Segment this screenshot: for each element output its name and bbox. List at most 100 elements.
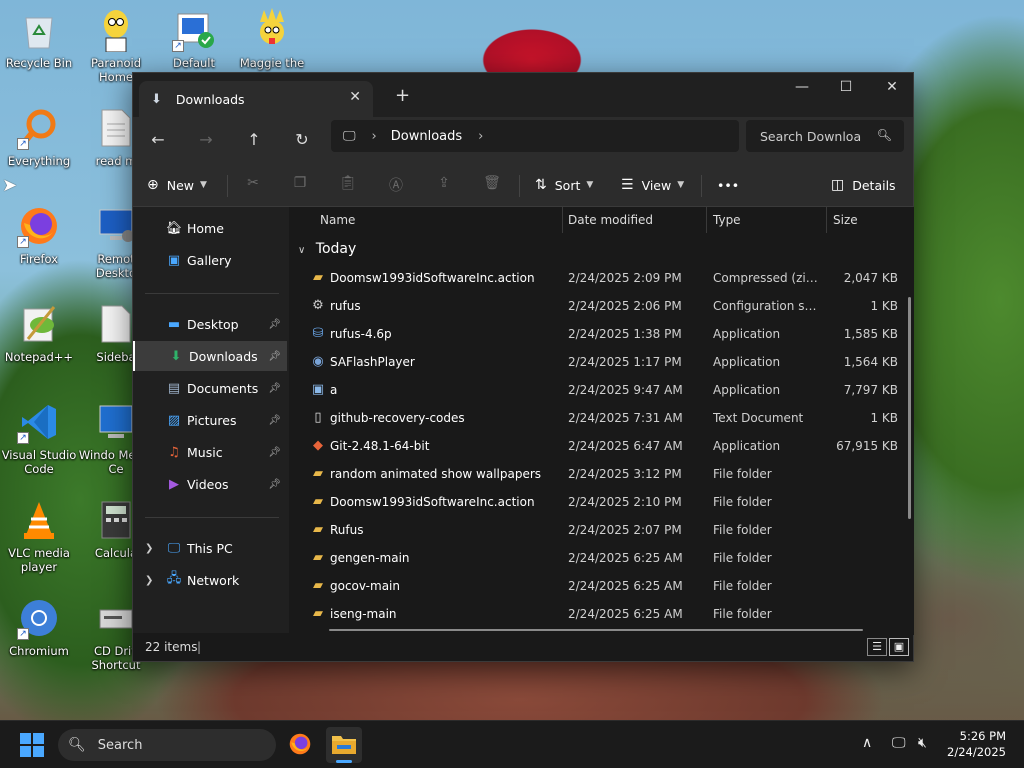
chevron-right-icon[interactable]: › (478, 129, 483, 144)
taskbar-search-box[interactable]: 🔍︎ Search (58, 729, 276, 761)
desktop-icon-chromium[interactable]: ↗ Chromium (1, 596, 77, 658)
file-row[interactable]: ◆ Git-2.48.1-64-bit 2/24/2025 6:47 AM Ap… (290, 433, 902, 461)
desktop-icon-firefox[interactable]: ↗ Firefox (1, 204, 77, 266)
cut-icon[interactable]: ✂ (243, 175, 263, 195)
nav-item-this-pc[interactable]: ❯ 🖵 This PC (133, 533, 287, 563)
group-header-today[interactable]: ∨ Today (298, 241, 356, 257)
paste-icon[interactable]: 📋︎ (338, 175, 358, 195)
view-button[interactable]: ☰ View ▼ (621, 171, 684, 199)
close-window-button[interactable]: ✕ (869, 73, 915, 103)
file-date: 2/24/2025 9:47 AM (568, 383, 683, 397)
column-header-size[interactable]: Size (833, 207, 858, 233)
nav-item-pictures[interactable]: ▨ Pictures 📌︎ (133, 405, 287, 435)
desktop-icon-maggie[interactable]: Maggie the (234, 8, 310, 70)
notepadpp-icon (17, 302, 61, 346)
file-row[interactable]: ▰ Doomsw1993idSoftwareInc.action 2/24/20… (290, 265, 902, 293)
folder-icon: ▰ (313, 578, 323, 593)
nav-item-downloads[interactable]: ⬇ Downloads 📌︎ (133, 341, 287, 371)
breadcrumb-downloads[interactable]: Downloads (391, 129, 462, 144)
start-button[interactable] (20, 733, 44, 757)
desktop-icon-label: Recycle Bin (5, 56, 73, 70)
nav-item-videos[interactable]: ▶ Videos 📌︎ (133, 469, 287, 499)
details-pane-button[interactable]: ◫ Details (831, 171, 896, 199)
refresh-button[interactable]: ↻ (287, 127, 317, 153)
nav-item-network[interactable]: ❯ 🖧 Network (133, 565, 287, 595)
file-row[interactable]: ▰ gengen-main 2/24/2025 6:25 AM File fol… (290, 545, 902, 573)
rename-icon[interactable]: Ⓐ (386, 175, 406, 195)
pin-icon[interactable]: 📌︎ (268, 383, 281, 394)
desktop-icon-everything[interactable]: ↗ Everything (1, 106, 77, 168)
chevron-right-icon[interactable]: ❯ (145, 575, 153, 586)
delete-icon[interactable]: 🗑︎ (482, 175, 502, 195)
file-row[interactable]: ◉ SAFlashPlayer 2/24/2025 1:17 PM Applic… (290, 349, 902, 377)
pictures-icon: ▨ (167, 412, 181, 428)
tab-downloads[interactable]: ⬇ Downloads ✕ (139, 81, 373, 117)
taskbar-file-explorer-button[interactable] (326, 727, 362, 763)
forward-button[interactable]: → (191, 127, 221, 153)
back-button[interactable]: ← (143, 127, 173, 153)
share-icon[interactable]: ⇪ (434, 175, 454, 195)
taskbar-firefox-button[interactable] (282, 727, 318, 763)
file-row[interactable]: ▰ gocov-main 2/24/2025 6:25 AM File fold… (290, 573, 902, 601)
desktop-icon-notepadpp[interactable]: Notepad++ (1, 302, 77, 364)
network-icon[interactable]: 🖵 (892, 735, 906, 751)
new-button[interactable]: ⊕ New ▼ (147, 171, 207, 199)
tiles-view-button[interactable]: ▣ (889, 638, 909, 656)
copy-icon[interactable]: ❐ (290, 175, 310, 195)
videos-icon: ▶ (169, 476, 179, 492)
volume-muted-icon[interactable]: 🔇︎ (918, 735, 927, 751)
pin-icon[interactable]: 📌︎ (268, 351, 281, 362)
new-tab-button[interactable]: + (395, 85, 410, 106)
more-options-button[interactable]: ••• (717, 171, 739, 199)
chevron-right-icon[interactable]: ❯ (145, 543, 153, 554)
chevron-right-icon: › (371, 128, 377, 144)
sort-button[interactable]: ⇅ Sort ▼ (535, 171, 593, 199)
desktop-icon-default[interactable]: ↗ Default (156, 8, 232, 70)
file-row[interactable]: ▰ random animated show wallpapers 2/24/2… (290, 461, 902, 489)
nav-item-label: Downloads (189, 348, 258, 364)
search-input[interactable]: Search Downloa 🔍︎ (746, 120, 904, 152)
column-header-name[interactable]: Name (320, 207, 355, 233)
vertical-scrollbar[interactable] (908, 297, 911, 519)
column-divider[interactable] (562, 207, 563, 233)
file-row[interactable]: ▰ Rufus 2/24/2025 2:07 PM File folder (290, 517, 902, 545)
column-divider[interactable] (826, 207, 827, 233)
nav-item-music[interactable]: ♫ Music 📌︎ (133, 437, 287, 467)
music-icon: ♫ (168, 444, 180, 460)
desktop-icon-recycle-bin[interactable]: Recycle Bin (1, 8, 77, 70)
breadcrumb[interactable]: 🖵 › Downloads › (331, 120, 739, 152)
nav-item-documents[interactable]: ▤ Documents 📌︎ (133, 373, 287, 403)
active-app-indicator (336, 760, 352, 763)
up-button[interactable]: ↑ (239, 127, 269, 153)
title-bar[interactable]: ⬇ Downloads ✕ + — ☐ ✕ (133, 73, 913, 117)
pin-icon[interactable]: 📌︎ (268, 447, 281, 458)
desktop-icon-vscode[interactable]: ↗ Visual Studio Code (1, 400, 77, 476)
file-size: 1,564 KB (843, 355, 898, 369)
pin-icon[interactable]: 📌︎ (268, 479, 281, 490)
pin-icon[interactable]: 📌︎ (268, 319, 281, 330)
column-header-type[interactable]: Type (713, 207, 741, 233)
file-type: File folder (713, 607, 772, 621)
column-divider[interactable] (706, 207, 707, 233)
show-hidden-icons-chevron-up-icon[interactable]: ∧ (862, 735, 872, 751)
file-row[interactable]: ⚙ rufus 2/24/2025 2:06 PM Configuration … (290, 293, 902, 321)
file-row[interactable]: ⛁ rufus-4.6p 2/24/2025 1:38 PM Applicati… (290, 321, 902, 349)
pin-icon[interactable]: 📌︎ (268, 415, 281, 426)
minimize-button[interactable]: — (779, 73, 825, 103)
details-view-button[interactable]: ☰ (867, 638, 887, 656)
chromium-icon: ↗ (17, 596, 61, 640)
column-header-date[interactable]: Date modified (568, 207, 653, 233)
close-tab-icon[interactable]: ✕ (349, 89, 361, 105)
nav-item-home[interactable]: 🏠︎ Home (133, 213, 287, 243)
nav-item-desktop[interactable]: ▬ Desktop 📌︎ (133, 309, 287, 339)
maximize-button[interactable]: ☐ (823, 73, 869, 103)
file-row[interactable]: ▯ github-recovery-codes 2/24/2025 7:31 A… (290, 405, 902, 433)
zip-folder-icon: ▰ (313, 270, 323, 285)
desktop-icon-vlc[interactable]: VLC media player (1, 498, 77, 574)
file-row[interactable]: ▰ iseng-main 2/24/2025 6:25 AM File fold… (290, 601, 902, 629)
system-clock[interactable]: 5:26 PM 2/24/2025 (947, 728, 1006, 760)
file-row[interactable]: ▰ Doomsw1993idSoftwareInc.action 2/24/20… (290, 489, 902, 517)
horizontal-scrollbar[interactable] (329, 629, 863, 631)
file-row[interactable]: ▣ a 2/24/2025 9:47 AM Application 7,797 … (290, 377, 902, 405)
nav-item-gallery[interactable]: ▣ Gallery (133, 245, 287, 275)
